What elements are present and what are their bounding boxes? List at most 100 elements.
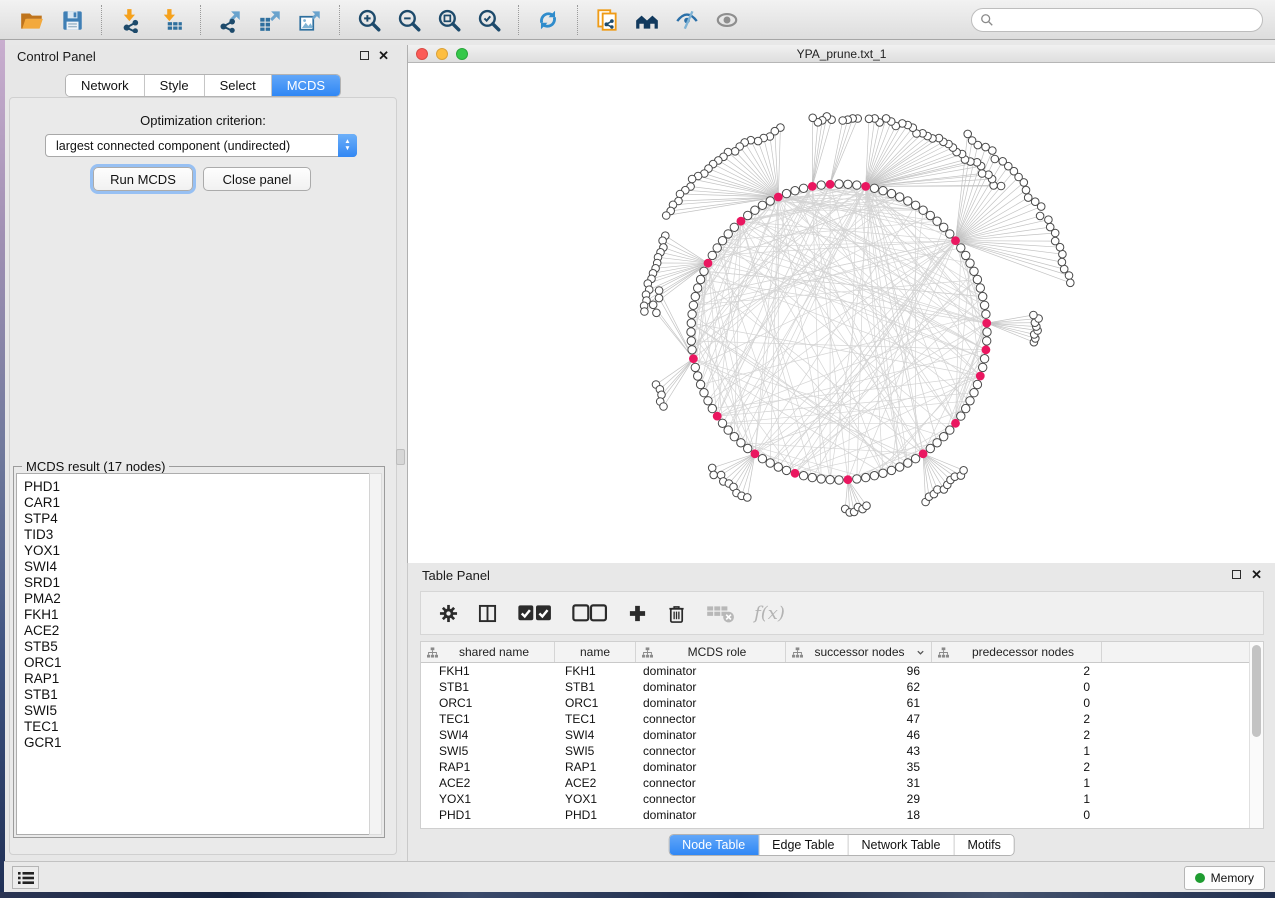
- mcds-result-item[interactable]: TEC1: [17, 719, 370, 735]
- export-image-button[interactable]: [295, 5, 325, 35]
- table-cell[interactable]: 1: [932, 776, 1102, 790]
- table-cell[interactable]: connector: [636, 712, 786, 726]
- tab-node-table[interactable]: Node Table: [669, 835, 759, 855]
- table-cell[interactable]: 2: [932, 664, 1102, 678]
- table-cell[interactable]: FKH1: [555, 664, 636, 678]
- clone-network-button[interactable]: [592, 5, 622, 35]
- table-cell[interactable]: 2: [932, 728, 1102, 742]
- mcds-result-item[interactable]: ACE2: [17, 623, 370, 639]
- table-cell[interactable]: 29: [786, 792, 932, 806]
- table-cell[interactable]: dominator: [636, 696, 786, 710]
- hide-selected-button[interactable]: [672, 5, 702, 35]
- tab-select[interactable]: Select: [205, 75, 272, 96]
- table-cell[interactable]: dominator: [636, 680, 786, 694]
- tab-network[interactable]: Network: [66, 75, 145, 96]
- table-cell[interactable]: 46: [786, 728, 932, 742]
- table-cell[interactable]: connector: [636, 744, 786, 758]
- table-cell[interactable]: 1: [932, 792, 1102, 806]
- mcds-result-item[interactable]: YOX1: [17, 543, 370, 559]
- table-cell[interactable]: dominator: [636, 728, 786, 742]
- table-scrollbar[interactable]: [1249, 642, 1263, 828]
- table-cell[interactable]: ORC1: [555, 696, 636, 710]
- zoom-fit-button[interactable]: [434, 5, 464, 35]
- float-window-icon[interactable]: [360, 51, 369, 60]
- mcds-result-item[interactable]: PMA2: [17, 591, 370, 607]
- mcds-result-item[interactable]: ORC1: [17, 655, 370, 671]
- table-cell[interactable]: 35: [786, 760, 932, 774]
- table-cell[interactable]: 31: [786, 776, 932, 790]
- search-box[interactable]: [971, 8, 1263, 32]
- import-network-button[interactable]: [116, 5, 146, 35]
- close-panel-button[interactable]: Close panel: [203, 167, 311, 191]
- apply-layout-button[interactable]: [533, 5, 563, 35]
- table-row[interactable]: SWI5SWI5connector431: [421, 743, 1249, 759]
- table-cell[interactable]: TEC1: [421, 712, 555, 726]
- table-row[interactable]: RAP1RAP1dominator352: [421, 759, 1249, 775]
- network-window-titlebar[interactable]: YPA_prune.txt_1: [408, 45, 1275, 63]
- table-cell[interactable]: 0: [932, 680, 1102, 694]
- show-log-button[interactable]: [12, 866, 39, 889]
- delete-column-button[interactable]: [667, 602, 686, 624]
- float-window-icon[interactable]: [1232, 570, 1241, 579]
- mcds-result-item[interactable]: SWI4: [17, 559, 370, 575]
- table-cell[interactable]: RAP1: [421, 760, 555, 774]
- close-panel-icon[interactable]: ✕: [1251, 570, 1262, 579]
- table-cell[interactable]: 61: [786, 696, 932, 710]
- first-neighbors-button[interactable]: [632, 5, 662, 35]
- mcds-result-item[interactable]: SRD1: [17, 575, 370, 591]
- table-cell[interactable]: 43: [786, 744, 932, 758]
- mcds-result-item[interactable]: STP4: [17, 511, 370, 527]
- table-cell[interactable]: 47: [786, 712, 932, 726]
- import-table-button[interactable]: [156, 5, 186, 35]
- search-input[interactable]: [999, 13, 1254, 27]
- tab-mcds[interactable]: MCDS: [272, 75, 340, 96]
- zoom-out-button[interactable]: [394, 5, 424, 35]
- network-canvas[interactable]: [408, 63, 1275, 563]
- table-cell[interactable]: 96: [786, 664, 932, 678]
- table-row[interactable]: SWI4SWI4dominator462: [421, 727, 1249, 743]
- table-row[interactable]: FKH1FKH1dominator962: [421, 663, 1249, 679]
- table-cell[interactable]: 1: [932, 744, 1102, 758]
- panel-splitter-handle[interactable]: [396, 449, 405, 465]
- close-panel-icon[interactable]: ✕: [378, 51, 389, 60]
- table-row[interactable]: ACE2ACE2connector311: [421, 775, 1249, 791]
- table-row[interactable]: TEC1TEC1connector472: [421, 711, 1249, 727]
- run-mcds-button[interactable]: Run MCDS: [93, 167, 193, 191]
- table-cell[interactable]: SWI5: [421, 744, 555, 758]
- show-all-button[interactable]: [712, 5, 742, 35]
- table-cell[interactable]: TEC1: [555, 712, 636, 726]
- table-cell[interactable]: PHD1: [555, 808, 636, 822]
- mcds-result-item[interactable]: TID3: [17, 527, 370, 543]
- table-cell[interactable]: 18: [786, 808, 932, 822]
- tab-style[interactable]: Style: [145, 75, 205, 96]
- table-cell[interactable]: STB1: [421, 680, 555, 694]
- table-row[interactable]: PHD1PHD1dominator180: [421, 807, 1249, 823]
- table-cell[interactable]: connector: [636, 776, 786, 790]
- export-table-button[interactable]: [255, 5, 285, 35]
- table-cell[interactable]: 2: [932, 760, 1102, 774]
- table-cell[interactable]: SWI4: [421, 728, 555, 742]
- column-header-name[interactable]: name: [555, 642, 636, 662]
- table-row[interactable]: STB1STB1dominator620: [421, 679, 1249, 695]
- mcds-result-item[interactable]: PHD1: [17, 479, 370, 495]
- open-file-button[interactable]: [17, 5, 47, 35]
- table-cell[interactable]: SWI4: [555, 728, 636, 742]
- table-cell[interactable]: STB1: [555, 680, 636, 694]
- table-cell[interactable]: 0: [932, 696, 1102, 710]
- column-header-MCDS-role[interactable]: MCDS role: [636, 642, 786, 662]
- table-settings-button[interactable]: [439, 602, 458, 624]
- table-scrollbar-thumb[interactable]: [1252, 645, 1261, 737]
- table-cell[interactable]: 0: [932, 808, 1102, 822]
- table-cell[interactable]: connector: [636, 792, 786, 806]
- table-cell[interactable]: dominator: [636, 760, 786, 774]
- export-network-button[interactable]: [215, 5, 245, 35]
- table-cell[interactable]: dominator: [636, 808, 786, 822]
- mcds-list-scrollbar[interactable]: [369, 473, 382, 835]
- mcds-result-item[interactable]: CAR1: [17, 495, 370, 511]
- table-cell[interactable]: 62: [786, 680, 932, 694]
- select-all-button[interactable]: [517, 602, 552, 624]
- tab-edge-table[interactable]: Edge Table: [759, 835, 848, 855]
- show-column-panel-button[interactable]: [478, 602, 497, 624]
- table-cell[interactable]: ACE2: [555, 776, 636, 790]
- column-header-successor-nodes[interactable]: successor nodes: [786, 642, 932, 662]
